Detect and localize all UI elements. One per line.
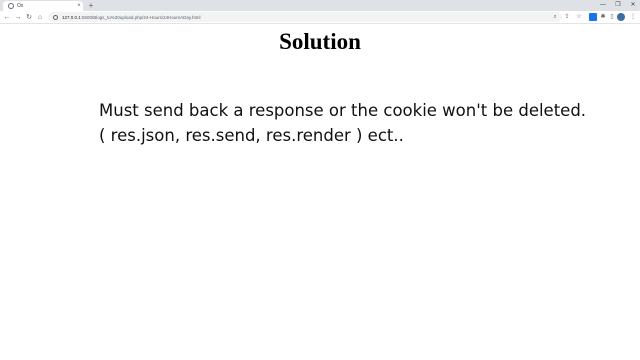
browser-tab[interactable]: Ox ×: [3, 1, 83, 11]
home-button[interactable]: ⌂: [35, 12, 45, 23]
new-tab-button[interactable]: +: [86, 0, 96, 11]
tab-strip: Ox × + — ❐ ✕: [0, 0, 640, 11]
reload-button[interactable]: ↻: [24, 12, 34, 23]
globe-icon: [8, 3, 14, 9]
zoom-icon[interactable]: ⌕: [551, 13, 559, 21]
menu-kebab-icon[interactable]: ⋮: [629, 13, 637, 21]
tab-title: Ox: [17, 3, 24, 9]
browser-toolbar: ← → ↻ ⌂ 127.0.0.1:5500/Blogs_to%20upload…: [0, 11, 640, 24]
site-info-icon[interactable]: [53, 14, 58, 20]
bookmark-star-icon[interactable]: ☆: [575, 13, 583, 21]
close-window-button[interactable]: ✕: [626, 0, 640, 11]
body-text-line-2: ( res.json, res.send, res.render ) ect..: [99, 126, 404, 145]
profile-avatar[interactable]: [617, 13, 625, 21]
minimize-button[interactable]: —: [596, 0, 610, 11]
body-text-line-1: Must send back a response or the cookie …: [99, 101, 587, 120]
restore-button[interactable]: ❐: [611, 0, 625, 11]
tab-close-icon[interactable]: ×: [75, 3, 83, 9]
forward-button[interactable]: →: [13, 12, 23, 23]
side-panel-icon[interactable]: ▯: [608, 13, 616, 21]
page-title: Solution: [279, 29, 361, 54]
share-icon[interactable]: ⇪: [563, 13, 571, 21]
back-button[interactable]: ←: [2, 12, 12, 23]
extension-icon[interactable]: [589, 13, 597, 21]
extensions-puzzle-icon[interactable]: ✱: [599, 13, 607, 21]
address-bar[interactable]: 127.0.0.1:5500/Blogs_to%20upload.php/24-…: [48, 12, 562, 22]
url-text: 127.0.0.1:5500/Blogs_to%20upload.php/24-…: [62, 14, 201, 20]
